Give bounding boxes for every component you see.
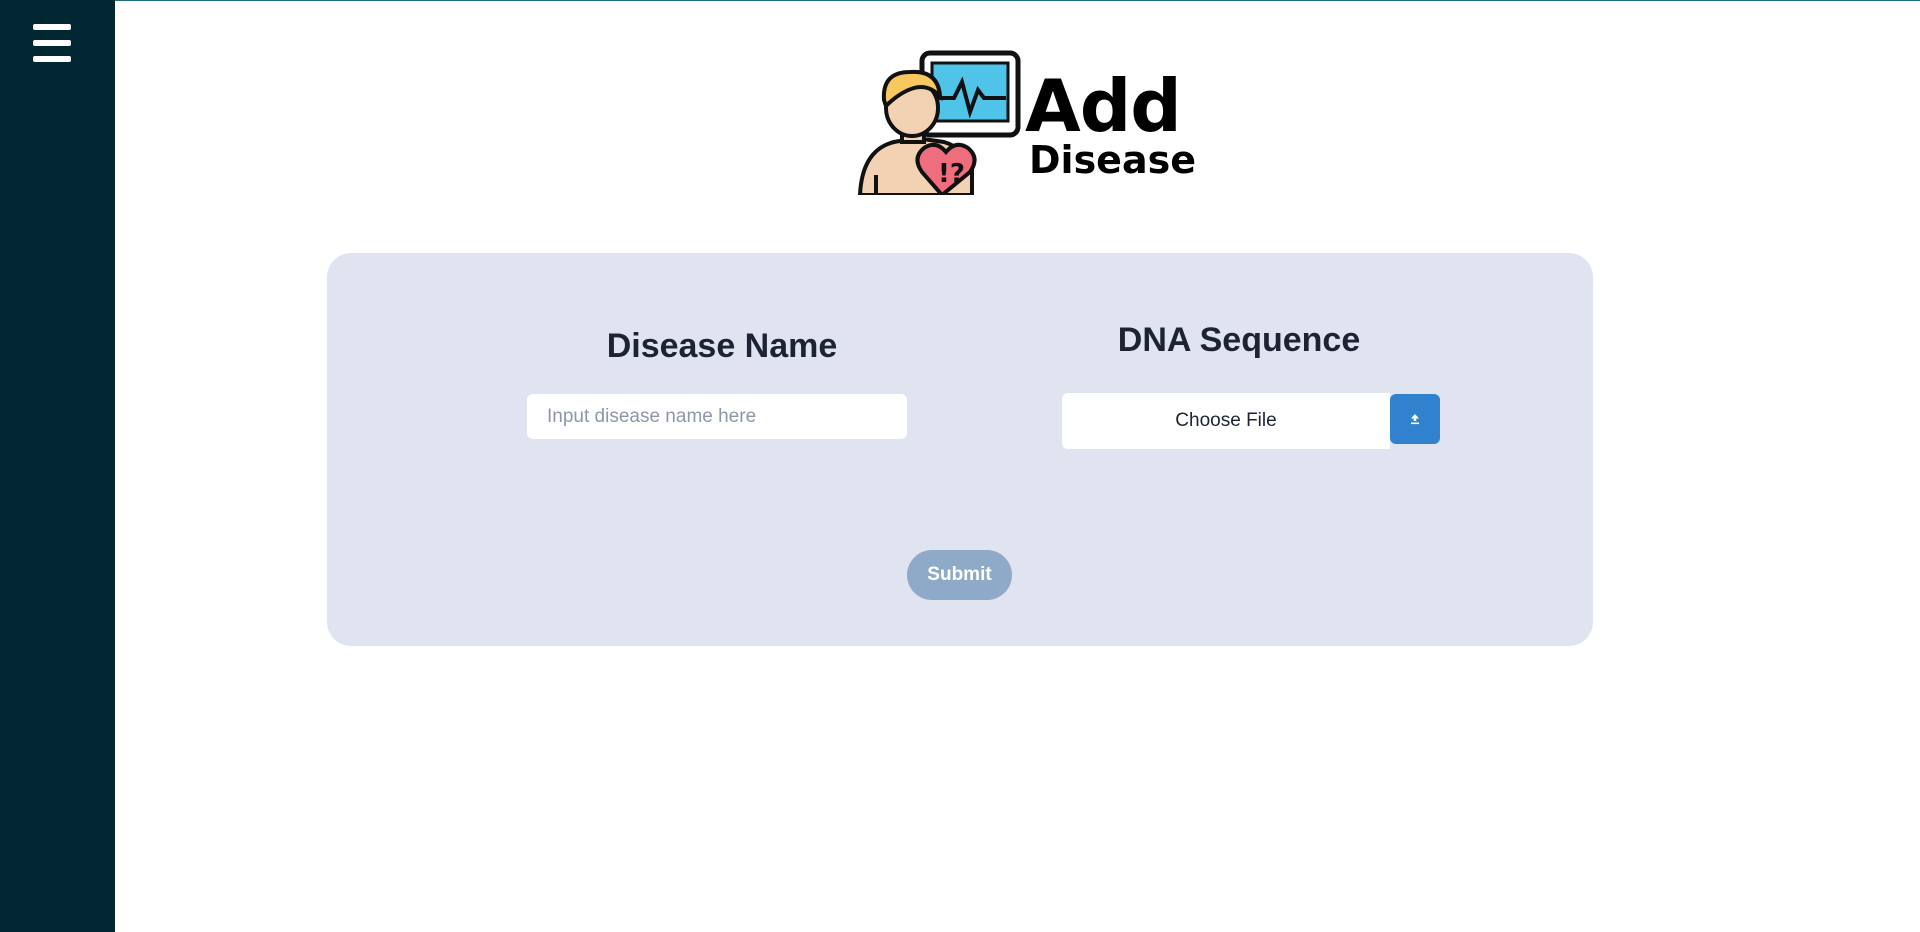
logo-title: Add [1025,64,1182,148]
hamburger-menu-icon[interactable] [31,24,73,64]
svg-text:!?: !? [938,159,965,189]
choose-file-button[interactable]: Choose File [1062,393,1390,449]
upload-icon [1411,414,1419,425]
submit-button[interactable]: Submit [907,550,1012,600]
dna-sequence-label: DNA Sequence [1117,321,1361,359]
patient-heart-monitor-icon: !? [857,50,1021,195]
upload-button[interactable] [1390,394,1440,444]
disease-name-label: Disease Name [606,327,838,365]
main-content: !? Add Disease Disease Name DNA Sequence… [115,0,1920,932]
sidebar [0,0,115,932]
add-disease-form: Disease Name DNA Sequence Choose File Su… [327,253,1593,646]
add-disease-logo: !? Add Disease [854,50,1274,195]
logo-subtitle: Disease [1029,138,1196,182]
disease-name-input[interactable] [527,394,907,439]
